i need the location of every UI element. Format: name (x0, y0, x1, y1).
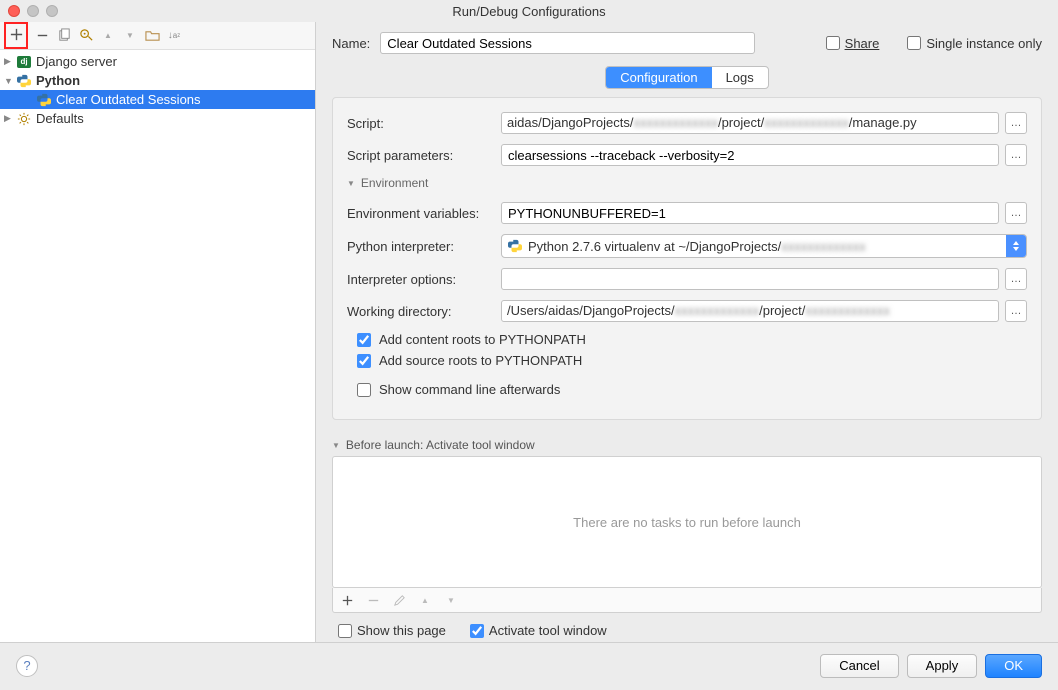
single-instance-checkbox[interactable]: Single instance only (907, 36, 1042, 51)
before-launch-header[interactable]: ▼ Before launch: Activate tool window (332, 438, 1042, 452)
interp-opts-input[interactable] (501, 268, 999, 290)
tab-configuration[interactable]: Configuration (606, 67, 711, 88)
move-up-button[interactable]: ▲ (100, 28, 116, 44)
tree-label: Defaults (36, 111, 84, 126)
tree-node-python[interactable]: ▼ Python (0, 71, 315, 90)
tree-label: Python (36, 73, 80, 88)
environment-section-header[interactable]: ▼Environment (347, 176, 1027, 190)
script-input[interactable] (501, 112, 999, 134)
task-down-button: ▼ (443, 592, 459, 608)
script-label: Script: (347, 116, 501, 131)
workdir-label: Working directory: (347, 304, 501, 319)
remove-config-button[interactable] (34, 28, 50, 44)
add-config-button[interactable] (8, 26, 24, 42)
params-expand-button[interactable]: … (1005, 144, 1027, 166)
name-label: Name: (332, 36, 370, 51)
configuration-form: Script: aidas/DjangoProjects/xxxxxxxxxxx… (332, 97, 1042, 420)
content-roots-checkbox[interactable] (357, 333, 371, 347)
task-add-button[interactable] (339, 592, 355, 608)
edit-defaults-button[interactable] (78, 28, 94, 44)
window-title: Run/Debug Configurations (0, 4, 1058, 19)
task-edit-button (391, 592, 407, 608)
config-tabs: Configuration Logs (332, 66, 1042, 89)
interp-opts-expand-button[interactable]: … (1005, 268, 1027, 290)
ok-button[interactable]: OK (985, 654, 1042, 678)
config-editor-panel: Name: Share Single instance only Configu… (316, 22, 1058, 642)
config-tree: ▶ dj Django server ▼ Python Clear Outdat… (0, 50, 315, 642)
cancel-button[interactable]: Cancel (820, 654, 898, 678)
tasks-toolbar: ▲ ▼ (332, 588, 1042, 613)
move-down-button[interactable]: ▼ (122, 28, 138, 44)
envvars-label: Environment variables: (347, 206, 501, 221)
sort-button[interactable]: ↓az (166, 28, 182, 44)
tree-label: Clear Outdated Sessions (56, 92, 201, 107)
configurations-sidebar: ▲ ▼ ↓az ▶ dj Django server ▼ Python (0, 22, 316, 642)
window-titlebar: Run/Debug Configurations (0, 0, 1058, 22)
script-params-input[interactable] (501, 144, 999, 166)
tab-logs[interactable]: Logs (712, 67, 768, 88)
show-cmdline-checkbox[interactable] (357, 383, 371, 397)
tree-node-defaults[interactable]: ▶ Defaults (0, 109, 315, 128)
interpreter-label: Python interpreter: (347, 239, 501, 254)
tree-node-django[interactable]: ▶ dj Django server (0, 52, 315, 71)
folder-button[interactable] (144, 28, 160, 44)
dialog-footer: ? Cancel Apply OK (0, 642, 1058, 688)
chevron-updown-icon (1006, 235, 1026, 257)
envvars-input[interactable] (501, 202, 999, 224)
help-button[interactable]: ? (16, 655, 38, 677)
task-up-button: ▲ (417, 592, 433, 608)
apply-button[interactable]: Apply (907, 654, 978, 678)
task-remove-button (365, 592, 381, 608)
tree-node-selected-config[interactable]: Clear Outdated Sessions (0, 90, 315, 109)
interpreter-select[interactable]: Python 2.7.6 virtualenv at ~/DjangoProje… (501, 234, 1027, 258)
tree-label: Django server (36, 54, 117, 69)
before-launch-tasks: There are no tasks to run before launch (332, 456, 1042, 588)
source-roots-checkbox[interactable] (357, 354, 371, 368)
gear-icon (16, 112, 32, 126)
share-checkbox[interactable]: Share (826, 36, 880, 51)
activate-tool-window-checkbox[interactable]: Activate tool window (470, 623, 607, 638)
sidebar-toolbar: ▲ ▼ ↓az (0, 22, 315, 50)
show-this-page-checkbox[interactable]: Show this page (338, 623, 446, 638)
copy-config-button[interactable] (56, 28, 72, 44)
script-browse-button[interactable]: … (1005, 112, 1027, 134)
envvars-edit-button[interactable]: … (1005, 202, 1027, 224)
workdir-browse-button[interactable]: … (1005, 300, 1027, 322)
workdir-input[interactable] (501, 300, 999, 322)
config-name-input[interactable] (380, 32, 755, 54)
interp-opts-label: Interpreter options: (347, 272, 501, 287)
params-label: Script parameters: (347, 148, 501, 163)
